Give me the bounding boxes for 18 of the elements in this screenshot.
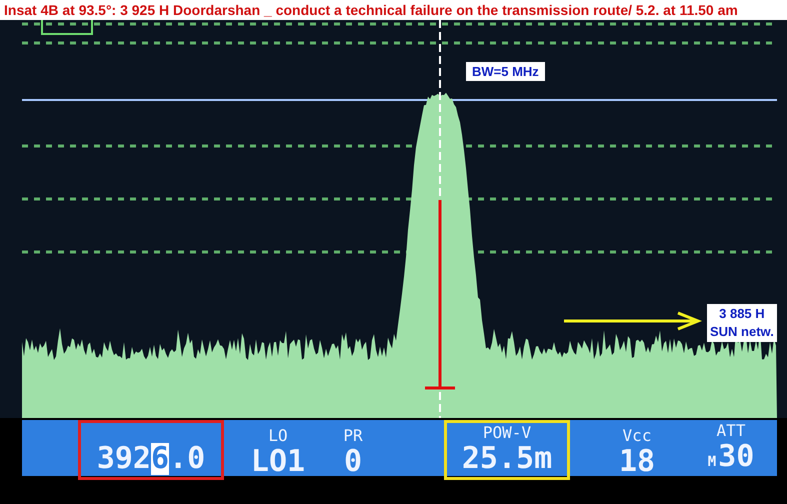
marker-frame (41, 20, 93, 35)
readout-value: 18 (618, 446, 656, 478)
readout-label: Vcc (622, 426, 652, 446)
arrow-icon (562, 311, 702, 331)
signal-note: 3 885 H (718, 305, 766, 323)
unit-prefix: M (708, 453, 716, 472)
readout-value: LO1 (250, 446, 306, 478)
readout-value: 25.5m (462, 443, 552, 475)
annotation-title: Insat 4B at 93.5°: 3 925 H Doordarshan _ conduct a technical failure on the transmission route/ 5.2. at 11.50 am (0, 0, 787, 20)
readout-value: 30 (718, 441, 754, 473)
readout-label: POW-V (482, 423, 532, 443)
frequency-value: 3926.0 (96, 443, 206, 475)
signal-note: SUN netw. (710, 323, 774, 341)
readout-label: PR (343, 426, 363, 446)
readout-label: ATT (716, 421, 746, 441)
readout-label: LO (268, 426, 288, 446)
bandwidth-note: BW=5 MHz (466, 62, 545, 81)
readout-value: 0 (344, 446, 362, 478)
